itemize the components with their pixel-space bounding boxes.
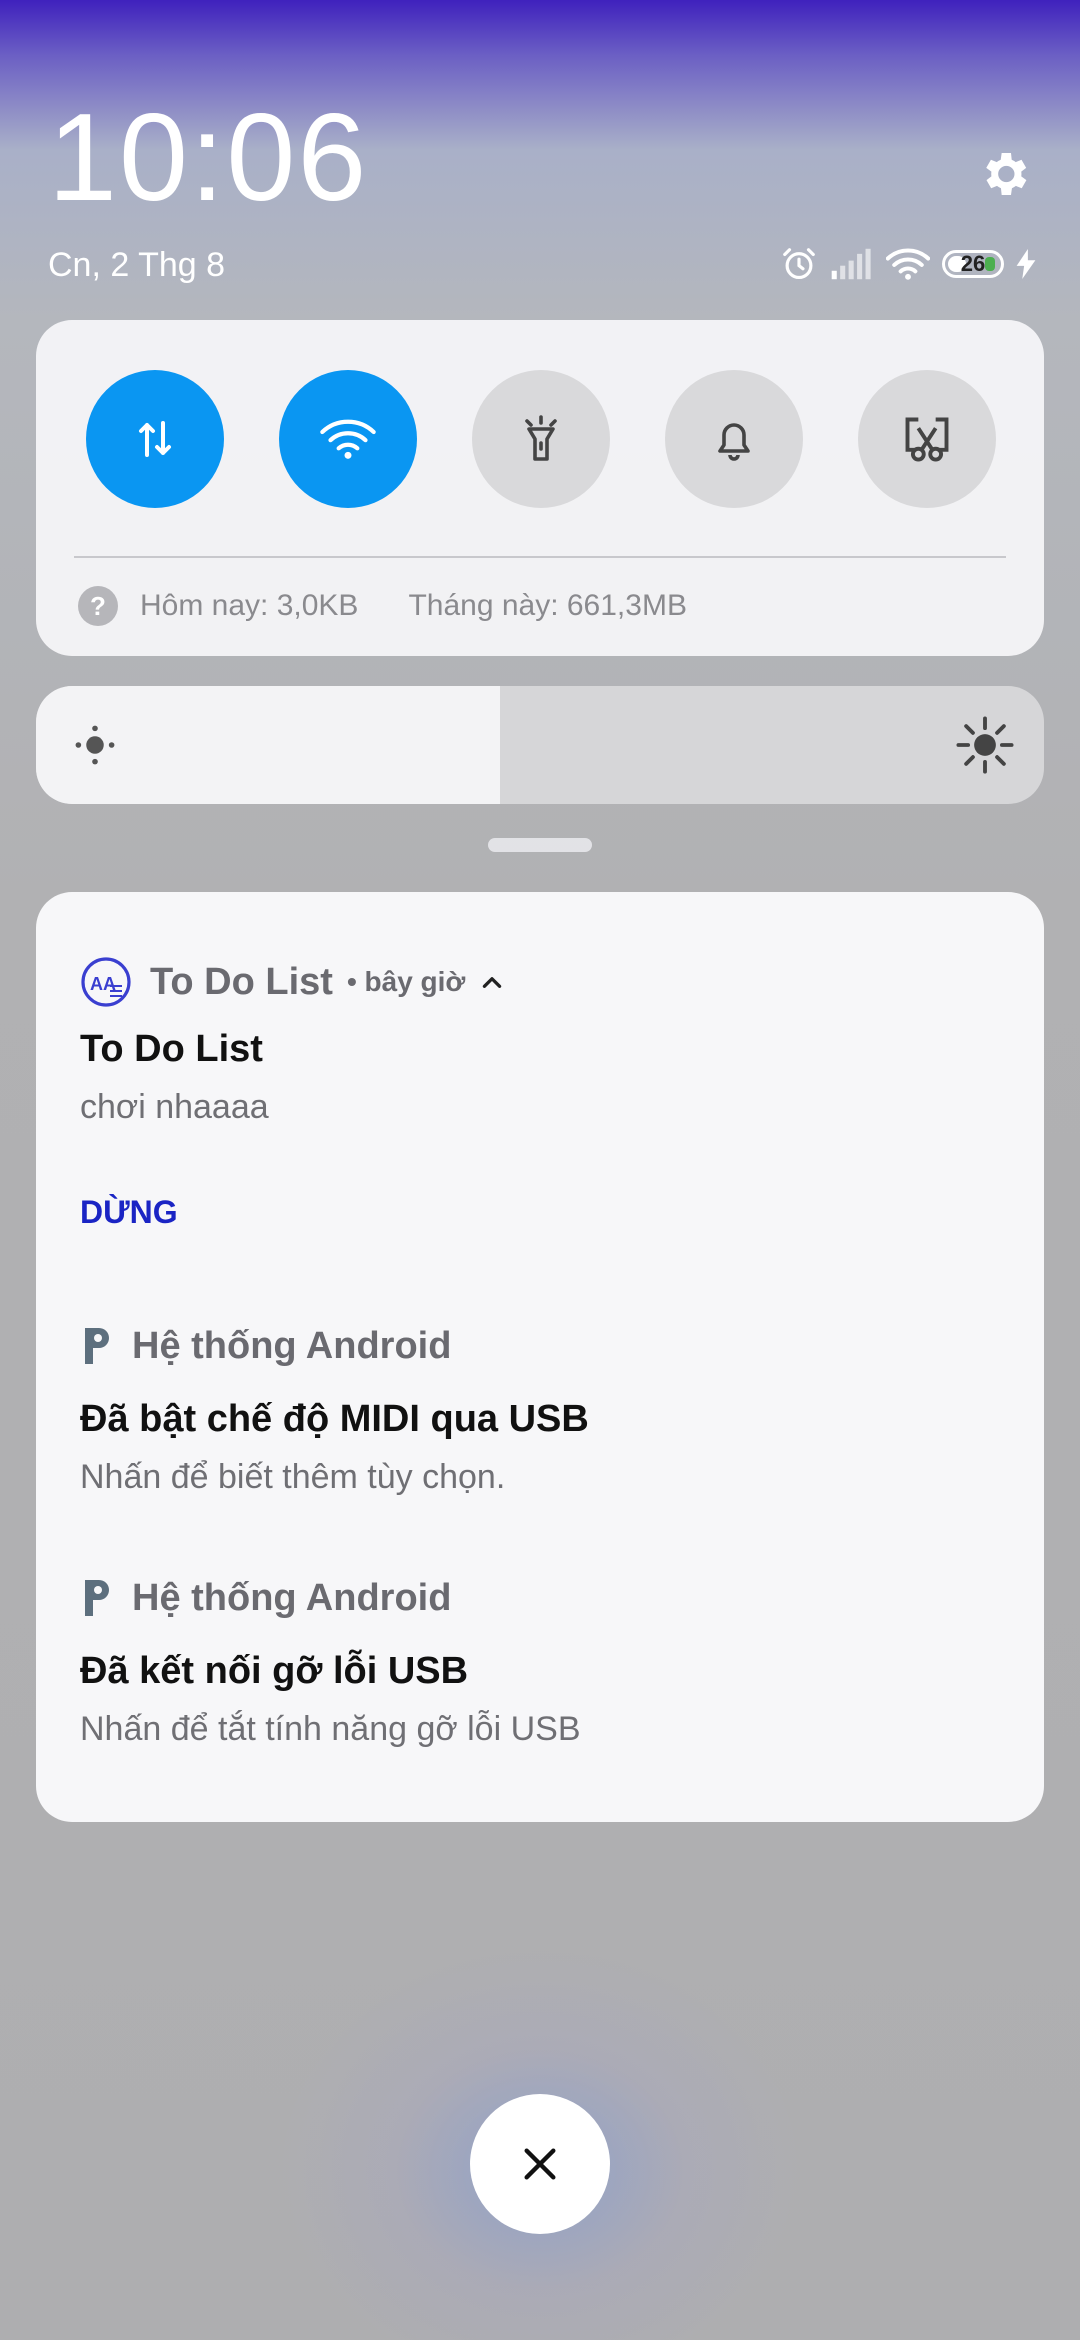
brightness-high-icon [956, 716, 1014, 774]
brightness-slider[interactable] [36, 686, 1044, 804]
settings-gear-icon[interactable] [976, 146, 1032, 202]
screenshot-toggle[interactable] [858, 370, 996, 508]
date[interactable]: Cn, 2 Thg 8 [48, 246, 225, 285]
battery-level: 26 [960, 251, 986, 276]
data-usage-row[interactable]: ? Hôm nay: 3,0KB Tháng này: 661,3MB [78, 586, 687, 626]
status-icons: 26 [780, 244, 1036, 284]
charging-bolt-icon [1016, 249, 1036, 279]
notification-body[interactable]: Nhấn để tắt tính năng gỡ lỗi USB [80, 1710, 581, 1749]
android-system-p-icon [85, 1328, 109, 1364]
notification-body[interactable]: chơi nhaaaa [80, 1088, 269, 1127]
clock[interactable]: 10:06 [48, 96, 368, 220]
flashlight-toggle[interactable] [472, 370, 610, 508]
app-name: Hệ thống Android [132, 1324, 452, 1367]
android-system-p-icon [85, 1580, 109, 1616]
clear-all-button[interactable] [470, 2094, 610, 2234]
panel-drag-handle[interactable] [488, 838, 592, 852]
close-icon [524, 2148, 556, 2180]
bell-icon [718, 423, 750, 461]
notification-body[interactable]: Nhấn để biết thêm tùy chọn. [80, 1458, 505, 1497]
quick-settings-divider [74, 556, 1006, 558]
notification-sound-toggle[interactable] [665, 370, 803, 508]
notification-title[interactable]: To Do List [80, 1028, 263, 1071]
brightness-low-icon [75, 725, 115, 765]
stop-action-button[interactable]: DỪNG [80, 1194, 178, 1231]
wifi-status-icon [886, 248, 930, 280]
usage-month: Tháng này: 661,3MB [408, 589, 687, 622]
flashlight-icon [525, 415, 557, 461]
notification-header[interactable]: Hệ thống Android [80, 1324, 451, 1368]
screenshot-scissors-icon [905, 417, 949, 462]
alarm-icon [783, 248, 815, 280]
help-icon: ? [78, 586, 118, 626]
chevron-up-icon[interactable] [479, 969, 505, 995]
wifi-icon [320, 419, 376, 459]
notification-header[interactable]: Hệ thống Android [80, 1576, 451, 1620]
data-arrows-icon [139, 421, 171, 457]
notification-header[interactable]: AA To Do List • bây giờ [80, 956, 505, 1008]
app-name: To Do List [150, 960, 333, 1003]
notification-title[interactable]: Đã bật chế độ MIDI qua USB [80, 1398, 589, 1441]
usage-today: Hôm nay: 3,0KB [140, 589, 359, 622]
notifications-panel: AA To Do List • bây giờ To Do List chơi … [36, 892, 1044, 1822]
notification-title[interactable]: Đã kết nối gỡ lỗi USB [80, 1650, 468, 1693]
notification-time: • bây giờ [346, 966, 466, 997]
app-name: Hệ thống Android [132, 1576, 452, 1619]
mobile-data-toggle[interactable] [86, 370, 224, 508]
wifi-toggle[interactable] [279, 370, 417, 508]
quick-settings-panel: ? Hôm nay: 3,0KB Tháng này: 661,3MB [36, 320, 1044, 656]
cell-signal-icon [831, 248, 871, 280]
battery-icon: 26 [942, 250, 1004, 278]
todo-app-icon: AA [81, 957, 131, 1007]
